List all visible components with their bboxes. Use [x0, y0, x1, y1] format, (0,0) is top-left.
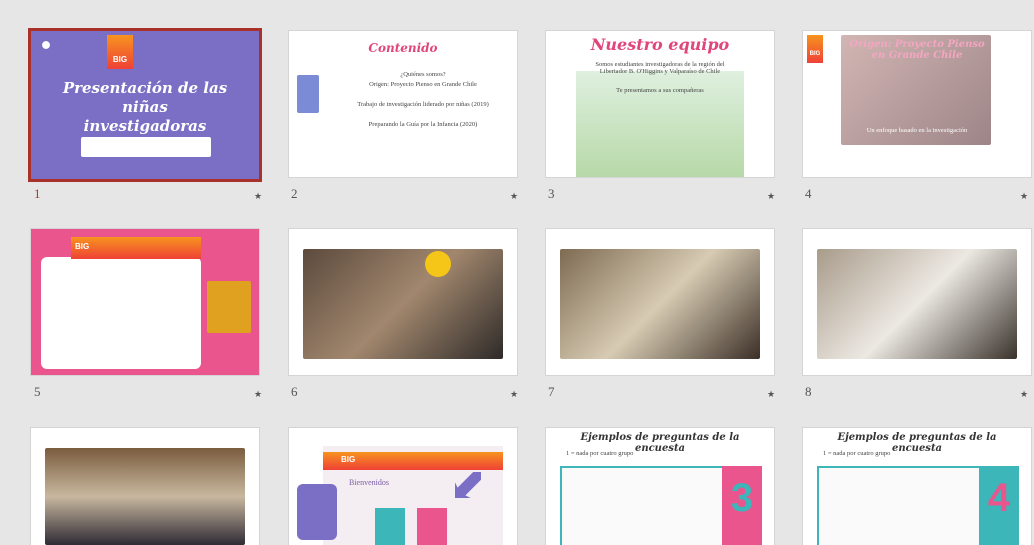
slide-title: Nuestro equipo: [590, 35, 730, 54]
big-logo-text: BIG: [341, 455, 356, 464]
slide-thumbnail-8[interactable]: [803, 229, 1031, 375]
group-photo: [45, 448, 245, 545]
transition-star-icon: ★: [767, 191, 776, 201]
slide-caption: Un enfoque basado en la investigación: [866, 127, 968, 134]
slide-title: Origen: Proyecto Pienso en Grande Chile: [849, 39, 985, 61]
slide-thumbnail-11[interactable]: Ejemplos de preguntas de la encuesta 1 =…: [546, 428, 774, 545]
transition-star-icon: ★: [254, 191, 263, 201]
purple-callout: [297, 484, 337, 540]
students-photo: [303, 249, 503, 359]
transition-star-icon: ★: [254, 389, 263, 399]
slide-thumbnail-10[interactable]: BIG Bienvenidos: [289, 428, 517, 545]
transition-star-icon: ★: [1020, 191, 1029, 201]
survey-table: [560, 466, 724, 545]
slide-number: 4: [805, 186, 812, 201]
slide-number: 7: [548, 384, 555, 399]
big-logo-box: [807, 35, 823, 63]
splatter-decoration: [37, 37, 55, 53]
slide-subtitle: 1 = nada por cuatro grupo: [566, 450, 634, 457]
logo-strip: [841, 149, 991, 169]
big-digit: 4: [987, 476, 1011, 520]
text-panel: [41, 257, 201, 369]
students-photo: [560, 249, 760, 359]
slide-caption: Te presentamos a sus compañeras: [616, 87, 704, 94]
slide-thumbnail-9[interactable]: [31, 428, 259, 545]
transition-star-icon: ★: [1020, 389, 1029, 399]
slide-number: 3: [548, 186, 555, 201]
winking-emoji-icon: [425, 251, 451, 277]
slide-thumbnail-3[interactable]: Nuestro equipo Somos estudiantes investi…: [546, 31, 774, 177]
slide-number: 8: [805, 384, 812, 399]
content-item: Trabajo de investigación liderado por ni…: [357, 101, 489, 108]
logo-strip: [81, 137, 211, 157]
transition-star-icon: ★: [510, 191, 519, 201]
transition-star-icon: ★: [510, 389, 519, 399]
slide-thumbnail-6[interactable]: [289, 229, 517, 375]
students-photo: [817, 249, 1017, 359]
slide-title: Presentación de las niñas investigadoras: [62, 79, 228, 135]
big-logo-text: BIG: [112, 55, 128, 64]
slide-subtitle: 1 = nada por cuatro grupo: [823, 450, 891, 457]
content-item: Origen: Proyecto Pienso en Grande Chile: [369, 81, 477, 88]
lightbulb-image: [207, 281, 251, 333]
slide-number: 1: [34, 186, 41, 201]
big-digit: 3: [730, 476, 754, 520]
content-item: ¿Quiénes somos?: [400, 71, 446, 78]
slide-thumbnail-5[interactable]: BIG: [31, 229, 259, 375]
page-heading: Bienvenidos: [349, 478, 389, 487]
slide-thumbnail-1[interactable]: BIG Presentación de las niñas investigad…: [31, 31, 259, 179]
content-item: Preparando la Guía por la Infancia (2020…: [368, 121, 478, 128]
slide-number: 5: [34, 384, 41, 399]
big-banner: [71, 237, 201, 259]
slide-thumbnail-2[interactable]: Contenido ¿Quiénes somos? Origen: Proyec…: [289, 31, 517, 177]
slide-number: 2: [291, 186, 298, 201]
slide-thumbnail-4[interactable]: BIG Origen: Proyecto Pienso en Grande Ch…: [803, 31, 1031, 177]
slide-title: Contenido: [368, 41, 438, 55]
notebook-icon: [297, 75, 319, 113]
big-logo-text: BIG: [75, 242, 90, 251]
slide-subtitle: Somos estudiantes investigadoras de la r…: [595, 61, 725, 75]
survey-table: [817, 466, 981, 545]
slide-number: 6: [291, 384, 298, 399]
big-logo-text: BIG: [809, 51, 821, 57]
teal-box: [375, 508, 405, 545]
slide-thumbnail-7[interactable]: [546, 229, 774, 375]
transition-star-icon: ★: [767, 389, 776, 399]
pink-box: [417, 508, 447, 545]
slide-thumbnail-12[interactable]: Ejemplos de preguntas de la encuesta 1 =…: [803, 428, 1031, 545]
